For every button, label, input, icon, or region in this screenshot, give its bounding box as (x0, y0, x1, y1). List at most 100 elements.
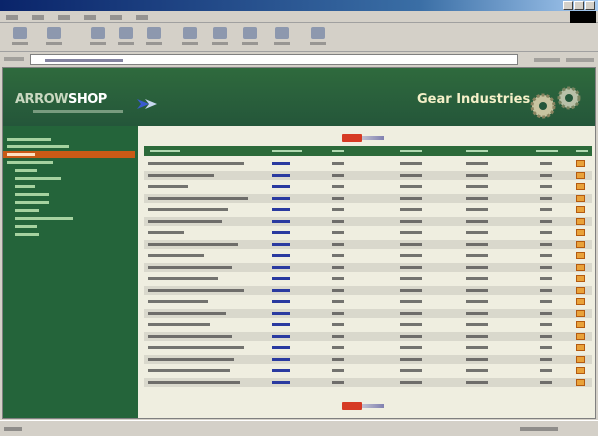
cart-icon[interactable] (576, 344, 585, 351)
product-code-link[interactable] (272, 185, 290, 188)
sidebar-subitem[interactable] (15, 191, 53, 198)
cart-icon[interactable] (576, 240, 585, 248)
menu-tools[interactable] (109, 15, 122, 20)
next-page-button[interactable] (342, 402, 362, 410)
cart-icon[interactable] (576, 309, 585, 317)
mail-button[interactable] (270, 27, 294, 49)
refresh-icon (119, 27, 133, 39)
product-availability (540, 162, 552, 165)
status-bar (0, 420, 598, 436)
cart-icon[interactable] (576, 171, 585, 179)
cart-icon[interactable] (576, 298, 585, 305)
sidebar-subitem[interactable] (15, 215, 77, 222)
product-code-link[interactable] (272, 380, 290, 384)
history-button[interactable] (238, 27, 262, 49)
product-code-link[interactable] (272, 300, 290, 303)
cart-icon[interactable] (576, 206, 585, 213)
sidebar-item[interactable] (7, 159, 61, 166)
back-icon (13, 27, 27, 39)
cart-icon[interactable] (576, 229, 585, 236)
close-button[interactable] (585, 1, 595, 10)
sidebar-subitem[interactable] (15, 183, 45, 190)
product-code-link[interactable] (272, 288, 290, 292)
product-availability (540, 300, 552, 303)
product-description (148, 311, 226, 315)
product-unit (332, 357, 344, 361)
cart-icon[interactable] (576, 378, 585, 386)
product-code-link[interactable] (272, 346, 290, 349)
sidebar-subitem[interactable] (15, 231, 45, 238)
cart-icon[interactable] (576, 160, 585, 167)
cart-icon[interactable] (576, 286, 585, 294)
product-price (400, 346, 422, 349)
forward-button[interactable] (42, 27, 66, 49)
product-code-link[interactable] (272, 219, 290, 223)
menu-edit[interactable] (31, 15, 44, 20)
product-code-link[interactable] (272, 231, 290, 234)
search-button[interactable] (178, 27, 202, 49)
sidebar-subitem[interactable] (15, 167, 45, 174)
product-description (148, 254, 204, 257)
sidebar-item-active[interactable] (3, 151, 135, 158)
menu-help[interactable] (135, 15, 148, 20)
pager-bottom[interactable] (342, 402, 386, 410)
title-bar (0, 0, 598, 11)
product-code-link[interactable] (272, 334, 290, 338)
product-code-link[interactable] (272, 254, 290, 257)
product-code-link[interactable] (272, 265, 290, 269)
product-code-link[interactable] (272, 242, 290, 246)
go-button[interactable] (534, 55, 560, 64)
product-description (148, 219, 222, 223)
product-code-link[interactable] (272, 311, 290, 315)
maximize-button[interactable] (574, 1, 584, 10)
product-availability (540, 311, 552, 315)
links-button[interactable] (566, 55, 594, 64)
cart-icon[interactable] (576, 355, 585, 363)
cart-icon[interactable] (576, 217, 585, 225)
sidebar-item[interactable] (7, 143, 77, 150)
stop-button[interactable] (86, 27, 110, 49)
product-code-link[interactable] (272, 369, 290, 372)
sidebar-subitem[interactable] (15, 175, 65, 182)
print-button[interactable] (306, 27, 330, 49)
cart-icon[interactable] (576, 263, 585, 271)
minimize-button[interactable] (563, 1, 573, 10)
product-code-link[interactable] (272, 173, 290, 177)
refresh-button[interactable] (114, 27, 138, 49)
product-code-link[interactable] (272, 196, 290, 200)
cart-icon[interactable] (576, 321, 585, 328)
product-unit (332, 196, 344, 200)
cart-icon[interactable] (576, 252, 585, 259)
product-price-alt (466, 311, 488, 315)
menu-view[interactable] (57, 15, 70, 20)
site-logo[interactable]: ARROWSHOP (15, 92, 107, 107)
product-price-alt (466, 254, 488, 257)
cart-icon[interactable] (576, 183, 585, 190)
product-code-link[interactable] (272, 162, 290, 165)
sidebar-subitem[interactable] (15, 207, 45, 214)
cart-icon[interactable] (576, 275, 585, 282)
product-unit (332, 254, 344, 257)
sidebar-subitem[interactable] (15, 223, 45, 230)
address-input[interactable] (30, 54, 518, 65)
product-price (400, 334, 422, 338)
menu-favorites[interactable] (83, 15, 96, 20)
cart-icon[interactable] (576, 332, 585, 340)
next-page-button[interactable] (342, 134, 362, 142)
product-code-link[interactable] (272, 277, 290, 280)
favorites-button[interactable] (208, 27, 232, 49)
product-code-link[interactable] (272, 323, 290, 326)
product-code-link[interactable] (272, 208, 290, 211)
product-price-alt (466, 380, 488, 384)
sidebar-subitem[interactable] (15, 199, 55, 206)
pager-top[interactable] (342, 134, 386, 142)
cart-icon[interactable] (576, 194, 585, 202)
sidebar-item[interactable] (7, 136, 61, 143)
product-price (400, 196, 422, 200)
product-availability (540, 231, 552, 234)
product-code-link[interactable] (272, 357, 290, 361)
home-button[interactable] (142, 27, 166, 49)
menu-file[interactable] (6, 15, 18, 20)
back-button[interactable] (8, 27, 32, 49)
cart-icon[interactable] (576, 367, 585, 374)
